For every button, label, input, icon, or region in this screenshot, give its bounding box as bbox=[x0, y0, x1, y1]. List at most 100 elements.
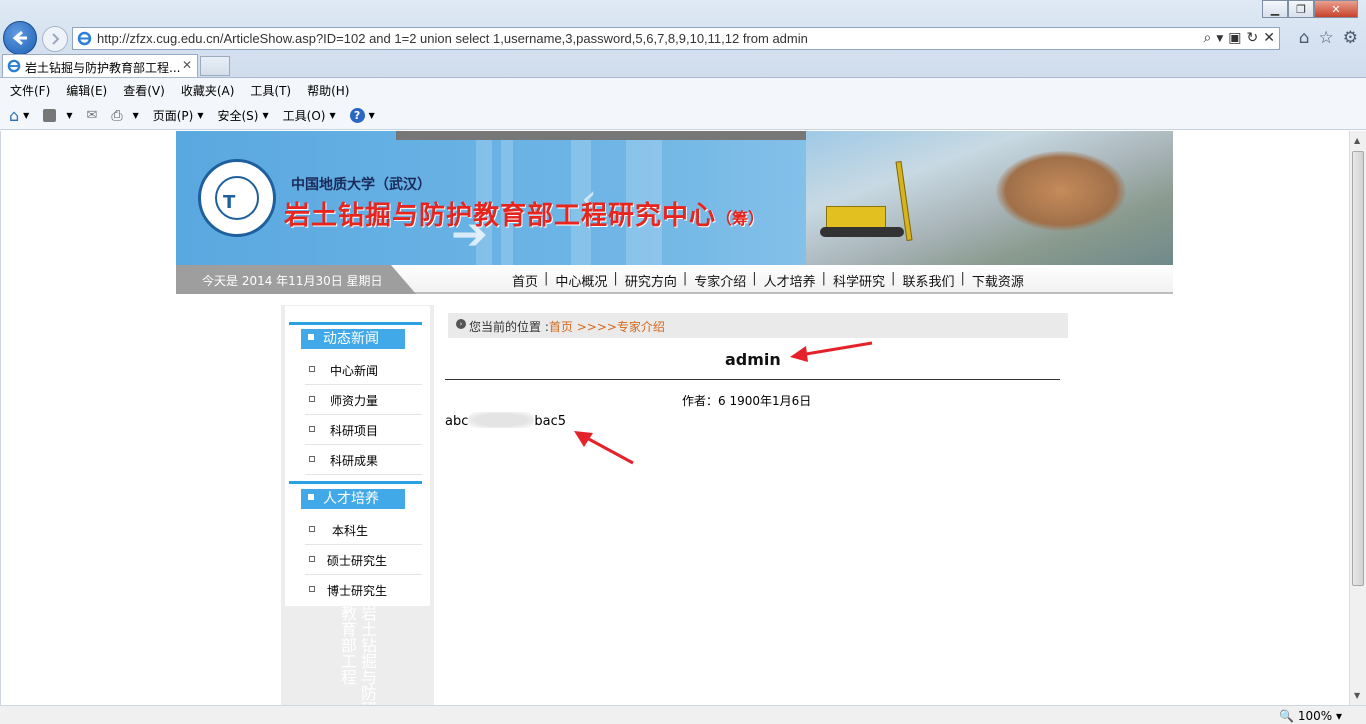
square-bullet-icon bbox=[309, 426, 315, 432]
nav-home[interactable]: 首页 bbox=[512, 271, 538, 290]
forward-button[interactable] bbox=[42, 26, 68, 52]
sidebar-section-news: 动态新闻 bbox=[301, 329, 405, 349]
new-tab-button[interactable] bbox=[200, 56, 230, 76]
favorites-star-icon[interactable]: ☆ bbox=[1319, 28, 1334, 48]
article-body: abc bac5 bbox=[445, 412, 567, 429]
nav-downloads[interactable]: 下载资源 bbox=[972, 271, 1024, 290]
safety-menu-button[interactable]: 安全(S) ▼ bbox=[218, 107, 269, 124]
square-bullet-icon bbox=[309, 396, 315, 402]
sidebar-item-undergrad[interactable]: 本科生 bbox=[305, 515, 422, 545]
square-bullet-icon bbox=[309, 456, 315, 462]
rss-icon bbox=[43, 109, 57, 122]
title-divider bbox=[445, 379, 1060, 380]
feeds-button[interactable]: ▼ bbox=[43, 109, 72, 122]
tab-ie-icon bbox=[7, 59, 21, 73]
university-name: 中国地质大学（武汉） bbox=[291, 177, 431, 193]
sidebar-item-results[interactable]: 科研成果 bbox=[305, 445, 422, 475]
sidebar-item-masters[interactable]: 硕士研究生 bbox=[305, 545, 422, 575]
date-text: 今天是 2014 年11月30日 星期日 bbox=[202, 274, 383, 288]
home-icon: ⌂ bbox=[9, 106, 20, 125]
back-arrow-icon bbox=[12, 30, 27, 46]
scroll-down-icon[interactable]: ▼ bbox=[1354, 691, 1360, 700]
sidebar-section-talent: 人才培养 bbox=[301, 489, 405, 509]
chevron-right-icon: › bbox=[456, 319, 466, 329]
nav-talent[interactable]: 人才培养 bbox=[764, 271, 816, 290]
square-bullet-icon bbox=[309, 556, 315, 562]
print-button[interactable]: ⎙ ▼ bbox=[111, 108, 138, 124]
maximize-button[interactable]: ❐ bbox=[1288, 0, 1314, 18]
nav-research-direction[interactable]: 研究方向 bbox=[625, 271, 677, 290]
home-cmd-button[interactable]: ⌂ ▼ bbox=[9, 106, 29, 125]
compat-view-icon[interactable]: ▣ bbox=[1228, 30, 1241, 48]
menu-tools[interactable]: 工具(T) bbox=[250, 82, 291, 99]
command-bar: ⌂ ▼ ▼ ✉ ⎙ ▼ 页面(P) ▼ 安全(S) ▼ 工具(O) ▼ ? ▼ bbox=[0, 102, 1366, 130]
site-banner: T ➔ ‹ 中国地质大学（武汉） 岩土钻掘与防护教育部工程研究中心（筹） bbox=[176, 131, 1173, 265]
settings-gear-icon[interactable]: ⚙ bbox=[1343, 28, 1358, 48]
help-menu-button[interactable]: ? ▼ bbox=[349, 108, 375, 123]
scroll-up-icon[interactable]: ▲ bbox=[1354, 136, 1360, 145]
refresh-icon[interactable]: ↻ bbox=[1247, 30, 1259, 48]
date-box: 今天是 2014 年11月30日 星期日 bbox=[176, 265, 416, 294]
menu-file[interactable]: 文件(F) bbox=[10, 82, 50, 99]
nav-contact[interactable]: 联系我们 bbox=[902, 271, 954, 290]
sidebar-watermark: 教育部工程 岩土钻掘与防研 bbox=[338, 605, 377, 705]
browser-chrome: http://zfzx.cug.edu.cn/ArticleShow.asp?I… bbox=[0, 0, 1366, 78]
annotation-arrow-icon bbox=[574, 431, 634, 465]
drilling-rig-photo bbox=[806, 131, 1173, 265]
site-nav: 首页 | 中心概况 | 研究方向 | 专家介绍 | 人才培养 | 科学研究 | 联系我们 | … bbox=[512, 271, 1024, 290]
square-bullet-icon bbox=[309, 586, 315, 592]
sidebar-item-phd[interactable]: 博士研究生 bbox=[305, 575, 422, 605]
home-icon[interactable]: ⌂ bbox=[1299, 28, 1310, 48]
browser-tab[interactable]: 岩土钻掘与防护教育部工程... ✕ bbox=[2, 54, 198, 77]
sidebar-item-center-news[interactable]: 中心新闻 bbox=[305, 355, 422, 385]
mail-icon: ✉ bbox=[86, 108, 98, 123]
nav-overview[interactable]: 中心概况 bbox=[555, 271, 607, 290]
address-bar[interactable]: http://zfzx.cug.edu.cn/ArticleShow.asp?I… bbox=[72, 27, 1280, 50]
menu-help[interactable]: 帮助(H) bbox=[307, 82, 349, 99]
article-title: admin bbox=[725, 350, 781, 369]
stop-icon[interactable]: ✕ bbox=[1263, 30, 1275, 48]
dropdown-icon[interactable]: ▼ bbox=[1216, 30, 1223, 48]
breadcrumb-home-link[interactable]: 首页 bbox=[549, 320, 573, 334]
sidebar: 动态新闻 中心新闻 师资力量 科研项目 科研成果 人才培养 本科生 硕士研究生 … bbox=[281, 305, 434, 705]
university-seal-logo: T bbox=[198, 159, 276, 237]
sidebar-item-faculty[interactable]: 师资力量 bbox=[305, 385, 422, 415]
breadcrumb-current[interactable]: >>>>专家介绍 bbox=[577, 320, 665, 334]
tab-title: 岩土钻掘与防护教育部工程... bbox=[25, 61, 181, 75]
menu-view[interactable]: 查看(V) bbox=[123, 82, 165, 99]
breadcrumb: › 您当前的位置 :首页 >>>>专家介绍 bbox=[448, 313, 1068, 338]
menu-bar: 文件(F) 编辑(E) 查看(V) 收藏夹(A) 工具(T) 帮助(H) bbox=[0, 78, 1366, 102]
tab-close-icon[interactable]: ✕ bbox=[182, 58, 192, 72]
annotation-arrow-icon bbox=[790, 341, 873, 362]
status-bar: 🔍 100% ▾ bbox=[0, 705, 1366, 724]
square-bullet-icon bbox=[308, 334, 314, 340]
sidebar-item-projects[interactable]: 科研项目 bbox=[305, 415, 422, 445]
scroll-thumb[interactable] bbox=[1352, 151, 1364, 586]
page-viewport: T ➔ ‹ 中国地质大学（武汉） 岩土钻掘与防护教育部工程研究中心（筹） 今天是… bbox=[0, 131, 1349, 705]
article-meta: 作者：6 1900年1月6日 bbox=[682, 394, 812, 408]
page-menu-button[interactable]: 页面(P) ▼ bbox=[153, 107, 204, 124]
center-name-title: 岩土钻掘与防护教育部工程研究中心（筹） bbox=[284, 201, 765, 231]
nav-research[interactable]: 科学研究 bbox=[833, 271, 885, 290]
ie-logo-icon bbox=[77, 31, 92, 46]
redaction-blur bbox=[468, 412, 535, 428]
search-icon[interactable]: ⌕ bbox=[1204, 30, 1212, 48]
magnifier-icon: 🔍 bbox=[1279, 709, 1295, 723]
menu-favorites[interactable]: 收藏夹(A) bbox=[181, 82, 235, 99]
site-nav-strip: 今天是 2014 年11月30日 星期日 首页 | 中心概况 | 研究方向 | 专家介… bbox=[176, 265, 1173, 294]
back-button[interactable] bbox=[3, 21, 37, 55]
help-icon: ? bbox=[349, 108, 365, 123]
square-bullet-icon bbox=[309, 526, 315, 532]
print-icon: ⎙ bbox=[111, 107, 123, 124]
mail-button[interactable]: ✉ bbox=[86, 108, 97, 123]
close-window-button[interactable]: ✕ bbox=[1314, 0, 1358, 18]
minimize-button[interactable]: ▁ bbox=[1262, 0, 1288, 18]
tools-menu-button[interactable]: 工具(O) ▼ bbox=[283, 107, 336, 124]
square-bullet-icon bbox=[309, 366, 315, 372]
vertical-scrollbar[interactable]: ▲ ▼ bbox=[1349, 131, 1366, 705]
forward-arrow-icon bbox=[52, 33, 60, 45]
url-text[interactable]: http://zfzx.cug.edu.cn/ArticleShow.asp?I… bbox=[97, 31, 808, 46]
zoom-level[interactable]: 🔍 100% ▾ bbox=[1279, 709, 1342, 723]
nav-experts[interactable]: 专家介绍 bbox=[694, 271, 746, 290]
menu-edit[interactable]: 编辑(E) bbox=[66, 82, 107, 99]
